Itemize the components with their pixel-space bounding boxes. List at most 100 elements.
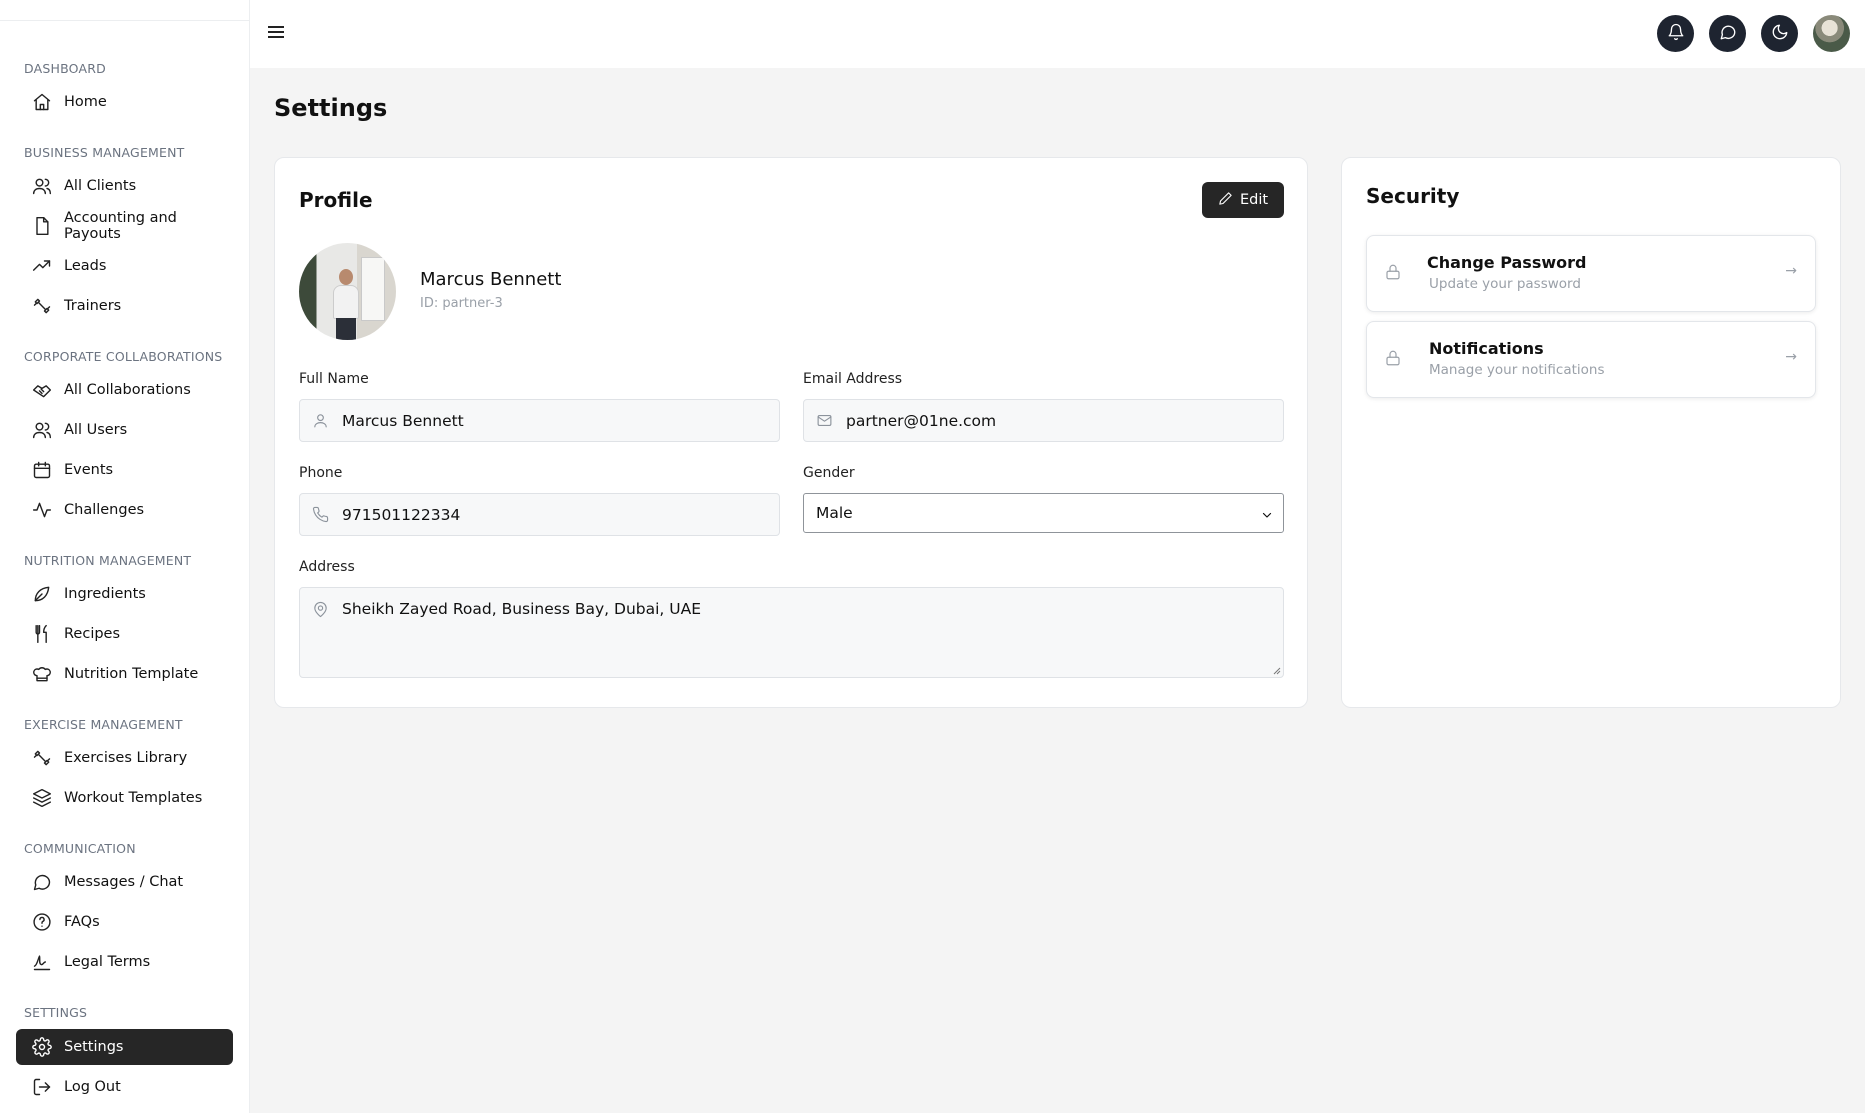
bell-icon [1667, 23, 1685, 45]
resize-handle-icon[interactable] [1272, 666, 1281, 675]
address-label: Address [299, 559, 355, 575]
sidebar-item-label: Accounting and Payouts [64, 210, 177, 242]
section-communication: COMMUNICATION [24, 841, 136, 856]
sidebar-item-messages[interactable]: Messages / Chat [16, 864, 233, 900]
change-password-subtitle: Update your password [1429, 276, 1581, 292]
gender-value: Male [816, 504, 853, 522]
security-title: Security [1366, 184, 1460, 208]
messages-button[interactable] [1709, 15, 1746, 52]
page-title: Settings [274, 94, 388, 122]
sidebar-item-label: Legal Terms [64, 954, 151, 970]
sidebar-item-label: Log Out [64, 1079, 121, 1095]
section-corporate-collaborations: CORPORATE COLLABORATIONS [24, 349, 223, 364]
home-icon [32, 92, 52, 112]
sidebar-item-trainers[interactable]: Trainers [16, 288, 233, 324]
address-field[interactable]: Sheikh Zayed Road, Business Bay, Dubai, … [299, 587, 1284, 678]
chevron-down-icon [1261, 507, 1273, 519]
moon-icon [1771, 23, 1789, 45]
sidebar-item-challenges[interactable]: Challenges [16, 492, 233, 528]
user-avatar[interactable] [1813, 15, 1850, 52]
sidebar-item-label: Events [64, 462, 114, 478]
leaf-icon [32, 584, 52, 604]
address-value: Sheikh Zayed Road, Business Bay, Dubai, … [342, 600, 702, 618]
notifications-item[interactable]: Notifications Manage your notifications … [1366, 321, 1816, 398]
sidebar: DASHBOARD Home BUSINESS MANAGEMENT All C… [0, 0, 250, 1113]
sidebar-item-label: Nutrition Template [64, 666, 199, 682]
sidebar-item-label: FAQs [64, 914, 100, 930]
signature-icon [32, 952, 52, 972]
notifications-button[interactable] [1657, 15, 1694, 52]
sidebar-item-home[interactable]: Home [16, 84, 233, 120]
app-logo [24, 0, 108, 6]
user-icon [312, 412, 330, 430]
sidebar-item-legal-terms[interactable]: Legal Terms [16, 944, 233, 980]
gender-select[interactable]: Male [803, 493, 1284, 533]
full-name-field[interactable]: Marcus Bennett [299, 399, 780, 442]
sidebar-item-leads[interactable]: Leads [16, 248, 233, 284]
sidebar-item-label: All Collaborations [64, 382, 191, 398]
sidebar-item-all-clients[interactable]: All Clients [16, 168, 233, 204]
email-value: partner@01ne.com [846, 411, 997, 430]
theme-toggle-button[interactable] [1761, 15, 1798, 52]
section-dashboard: DASHBOARD [24, 61, 106, 76]
full-name-label: Full Name [299, 371, 369, 387]
sidebar-item-label: Messages / Chat [64, 874, 184, 890]
sidebar-item-faqs[interactable]: FAQs [16, 904, 233, 940]
phone-value: 971501122334 [342, 505, 461, 524]
sidebar-item-label: Settings [64, 1039, 124, 1055]
users-icon [32, 420, 52, 440]
sidebar-item-label: Trainers [64, 298, 122, 314]
mail-icon [816, 412, 834, 430]
sidebar-item-accounting[interactable]: Accounting and Payouts [16, 208, 233, 244]
phone-field[interactable]: 971501122334 [299, 493, 780, 536]
phone-icon [312, 506, 330, 524]
sidebar-item-ingredients[interactable]: Ingredients [16, 576, 233, 612]
sidebar-item-label: Exercises Library [64, 750, 188, 766]
edit-button-label: Edit [1239, 192, 1269, 208]
sidebar-item-label: Ingredients [64, 586, 146, 602]
sidebar-item-exercises-library[interactable]: Exercises Library [16, 740, 233, 776]
arrow-right-icon: → [1785, 263, 1797, 279]
section-nutrition-management: NUTRITION MANAGEMENT [24, 553, 192, 568]
arrow-right-icon: → [1785, 349, 1797, 365]
help-circle-icon [32, 912, 52, 932]
sidebar-item-settings[interactable]: Settings [16, 1029, 233, 1065]
sidebar-item-log-out[interactable]: Log Out [16, 1069, 233, 1105]
email-label: Email Address [803, 371, 903, 387]
activity-icon [32, 500, 52, 520]
message-circle-icon [1719, 23, 1737, 45]
sidebar-item-label: All Clients [64, 178, 137, 194]
sidebar-item-all-users[interactable]: All Users [16, 412, 233, 448]
sidebar-item-events[interactable]: Events [16, 452, 233, 488]
profile-name: Marcus Bennett [420, 269, 562, 290]
sidebar-item-label: Workout Templates [64, 790, 203, 806]
sidebar-item-label: Challenges [64, 502, 145, 518]
edit-button[interactable]: Edit [1202, 182, 1284, 218]
change-password-item[interactable]: Change Password Update your password → [1366, 235, 1816, 312]
sidebar-item-nutrition-template[interactable]: Nutrition Template [16, 656, 233, 692]
layers-icon [32, 788, 52, 808]
dumbbell-icon [32, 748, 52, 768]
dumbbell-icon [32, 296, 52, 316]
sidebar-item-workout-templates[interactable]: Workout Templates [16, 780, 233, 816]
menu-toggle-icon[interactable] [268, 24, 286, 40]
map-pin-icon [312, 601, 330, 619]
sidebar-divider [0, 20, 250, 21]
sidebar-item-label: Leads [64, 258, 107, 274]
full-name-value: Marcus Bennett [342, 411, 464, 430]
sidebar-item-label: Recipes [64, 626, 121, 642]
sidebar-item-all-collaborations[interactable]: All Collaborations [16, 372, 233, 408]
profile-card: Profile Edit Marcus Bennett ID: partner-… [274, 157, 1308, 708]
phone-label: Phone [299, 465, 343, 481]
gender-label: Gender [803, 465, 855, 481]
sidebar-item-label: Home [64, 94, 107, 110]
profile-id: ID: partner-3 [420, 296, 503, 311]
sidebar-item-label: All Users [64, 422, 128, 438]
sidebar-item-recipes[interactable]: Recipes [16, 616, 233, 652]
trending-up-icon [32, 256, 52, 276]
security-card: Security Change Password Update your pas… [1341, 157, 1841, 708]
lock-icon [1384, 263, 1404, 283]
calendar-icon [32, 460, 52, 480]
section-settings: SETTINGS [24, 1005, 88, 1020]
email-field[interactable]: partner@01ne.com [803, 399, 1284, 442]
